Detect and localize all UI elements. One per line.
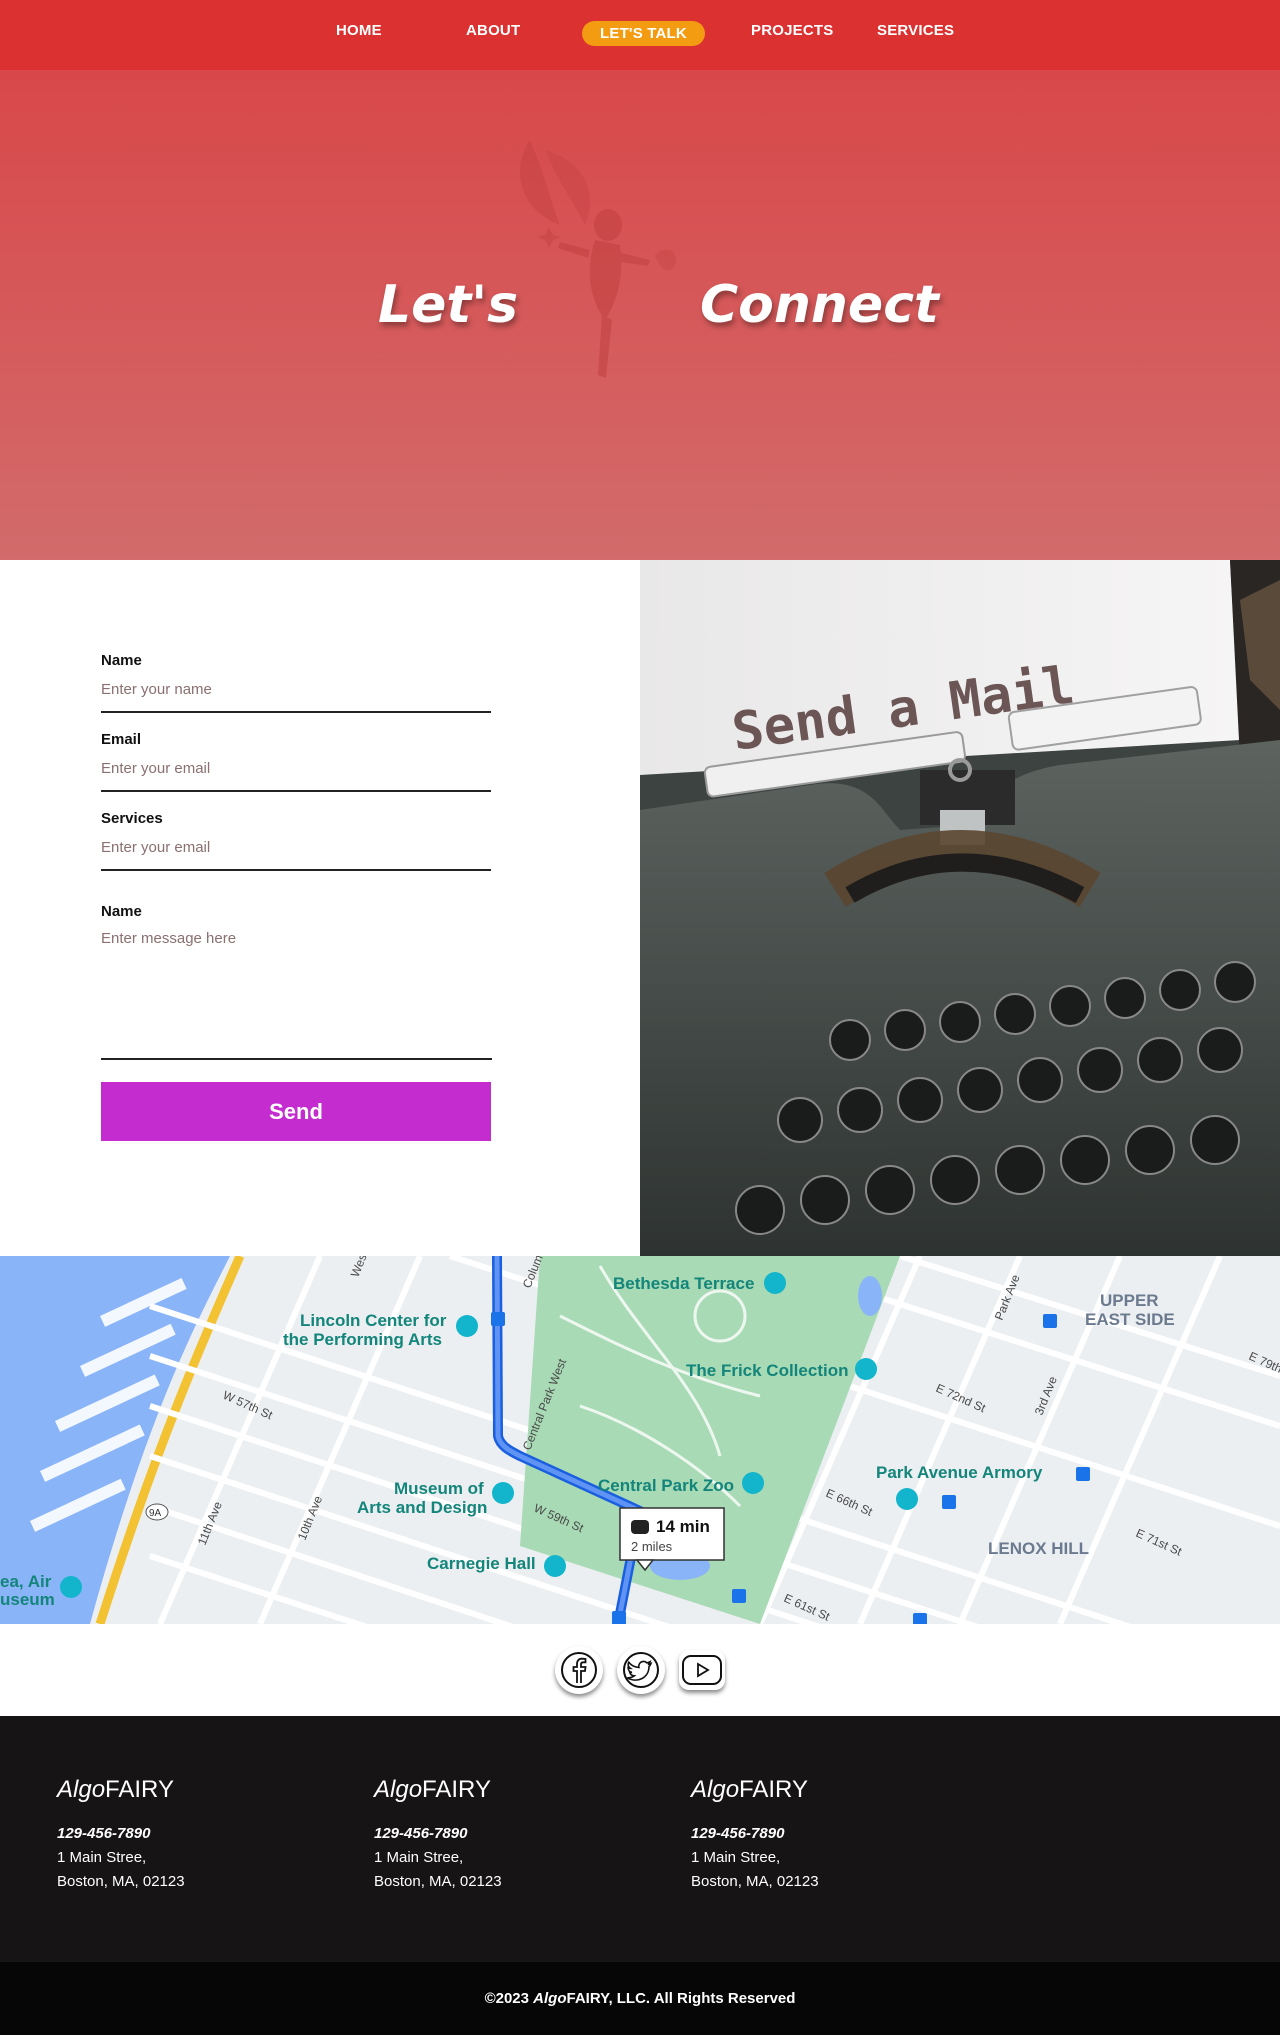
car-icon [631, 1520, 649, 1534]
services-label: Services [101, 810, 163, 827]
footer-brand[interactable]: AlgoFAIRY [57, 1776, 357, 1804]
hero-title-word-1: Let's [378, 275, 519, 335]
subway-icon [913, 1613, 927, 1624]
brand-fairy: FAIRY [739, 1776, 808, 1803]
hero-title-word-2: Connect [700, 275, 939, 335]
nav-lets-talk[interactable]: LET'S TALK [582, 21, 705, 46]
lincoln-pin-icon[interactable] [456, 1315, 478, 1337]
footer-column-1: AlgoFAIRY 129-456-7890 1 Main Stree, Bos… [57, 1776, 357, 1894]
footer-address-line-1: 1 Main Stree, [374, 1849, 464, 1866]
nav-menu: HOME ABOUT LET'S TALK PROJECTS SERVICES [0, 0, 1280, 70]
footer-address-line-2: Boston, MA, 02123 [691, 1873, 819, 1890]
social-links [0, 1624, 1280, 1716]
map-label-east-side: EAST SIDE [1085, 1310, 1175, 1329]
brand-fairy: FAIRY [105, 1776, 174, 1803]
copyright-post: FAIRY, LLC. All Rights Reserved [566, 1990, 796, 2007]
youtube-icon[interactable] [679, 1650, 725, 1690]
message-field-group: Name [101, 903, 492, 1064]
contact-section: Name Email Services Name Send [0, 560, 1280, 1256]
street-e66: E 66th St [824, 1486, 875, 1519]
subway-icon [942, 1495, 956, 1509]
map-label-bethesda: Bethesda Terrace [613, 1274, 754, 1293]
copyright-algo: Algo [533, 1990, 567, 2007]
top-nav: HOME ABOUT LET'S TALK PROJECTS SERVICES [0, 0, 1280, 70]
nav-services[interactable]: SERVICES [877, 22, 954, 39]
map-canvas: Bethesda Terrace Lincoln Center for the … [0, 1256, 1280, 1624]
street-west: West [348, 1256, 371, 1279]
footer-column-3: AlgoFAIRY 129-456-7890 1 Main Stree, Bos… [691, 1776, 991, 1894]
nav-about[interactable]: ABOUT [466, 22, 520, 39]
typewriter-illustration: Send a Mail [640, 560, 1280, 1256]
copyright-pre: ©2023 [484, 1990, 529, 2007]
map-label-lincoln-1: Lincoln Center for [300, 1311, 447, 1330]
map-label-zoo: Central Park Zoo [598, 1476, 734, 1495]
message-label: Name [101, 903, 142, 920]
footer-brand[interactable]: AlgoFAIRY [374, 1776, 674, 1804]
footer-address-line-2: Boston, MA, 02123 [374, 1873, 502, 1890]
map-label-lincoln-2: the Performing Arts [283, 1330, 442, 1349]
subway-icon [1076, 1467, 1090, 1481]
subway-icon [732, 1589, 746, 1603]
nav-projects[interactable]: PROJECTS [751, 22, 833, 39]
street-10th: 10th Ave [295, 1493, 326, 1542]
name-field-group: Name [101, 652, 491, 713]
brand-algo: Algo [57, 1776, 106, 1803]
route-time: 14 min [656, 1517, 710, 1536]
footer-address-line-1: 1 Main Stree, [691, 1849, 781, 1866]
footer-address-line-2: Boston, MA, 02123 [57, 1873, 185, 1890]
send-button[interactable]: Send [101, 1082, 491, 1141]
subway-icon [491, 1312, 505, 1326]
intrepid-pin-icon[interactable] [60, 1576, 82, 1598]
subway-icon [1043, 1314, 1057, 1328]
location-map[interactable]: Bethesda Terrace Lincoln Center for the … [0, 1256, 1280, 1624]
footer-phone[interactable]: 129-456-7890 [374, 1822, 674, 1846]
route-distance: 2 miles [631, 1539, 673, 1554]
name-label: Name [101, 652, 142, 669]
footer-brand[interactable]: AlgoFAIRY [691, 1776, 991, 1804]
footer-phone[interactable]: 129-456-7890 [57, 1822, 357, 1846]
services-input[interactable] [101, 839, 491, 871]
email-input[interactable] [101, 760, 491, 792]
twitter-icon[interactable] [617, 1646, 665, 1694]
brand-algo: Algo [374, 1776, 423, 1803]
facebook-icon[interactable] [555, 1646, 603, 1694]
services-field-group: Services [101, 810, 491, 871]
message-textarea[interactable] [101, 930, 492, 1060]
map-label-lenox: LENOX HILL [988, 1539, 1089, 1558]
frick-pin-icon[interactable] [855, 1358, 877, 1380]
map-label-intrepid-1: ea, Air [0, 1572, 52, 1591]
footer-column-2: AlgoFAIRY 129-456-7890 1 Main Stree, Bos… [374, 1776, 674, 1894]
nav-home[interactable]: HOME [336, 22, 382, 39]
carnegie-pin-icon[interactable] [544, 1555, 566, 1577]
subway-icon [612, 1611, 626, 1624]
brand-algo: Algo [691, 1776, 740, 1803]
map-label-mad-1: Museum of [394, 1479, 484, 1498]
highway-label: 9A [149, 1508, 162, 1519]
bethesda-pin-icon[interactable] [764, 1272, 786, 1294]
street-park-ave: Park Ave [992, 1272, 1023, 1322]
map-label-frick: The Frick Collection [686, 1361, 848, 1380]
footer-phone[interactable]: 129-456-7890 [691, 1822, 991, 1846]
typewriter-image: Send a Mail [640, 560, 1280, 1256]
map-label-carnegie: Carnegie Hall [427, 1554, 536, 1573]
name-input[interactable] [101, 681, 491, 713]
footer-address-line-1: 1 Main Stree, [57, 1849, 147, 1866]
contact-form: Name Email Services Name Send [0, 560, 640, 1256]
footer: AlgoFAIRY 129-456-7890 1 Main Stree, Bos… [0, 1716, 1280, 1962]
street-e71: E 71st St [1134, 1526, 1185, 1559]
copyright-bar: ©2023 Algo FAIRY, LLC. All Rights Reserve… [0, 1962, 1280, 2035]
email-label: Email [101, 731, 142, 748]
hero-banner: Let's Connect [0, 70, 1280, 560]
zoo-pin-icon[interactable] [742, 1472, 764, 1494]
map-label-intrepid-2: useum [0, 1590, 55, 1609]
fairy-logo-icon [520, 140, 676, 378]
email-field-group: Email [101, 731, 491, 792]
map-label-armory: Park Avenue Armory [876, 1463, 1043, 1482]
brand-fairy: FAIRY [422, 1776, 491, 1803]
armory-pin-icon[interactable] [896, 1488, 918, 1510]
map-label-mad-2: Arts and Design [357, 1498, 487, 1517]
map-label-upper: UPPER [1100, 1291, 1159, 1310]
mad-pin-icon[interactable] [492, 1482, 514, 1504]
